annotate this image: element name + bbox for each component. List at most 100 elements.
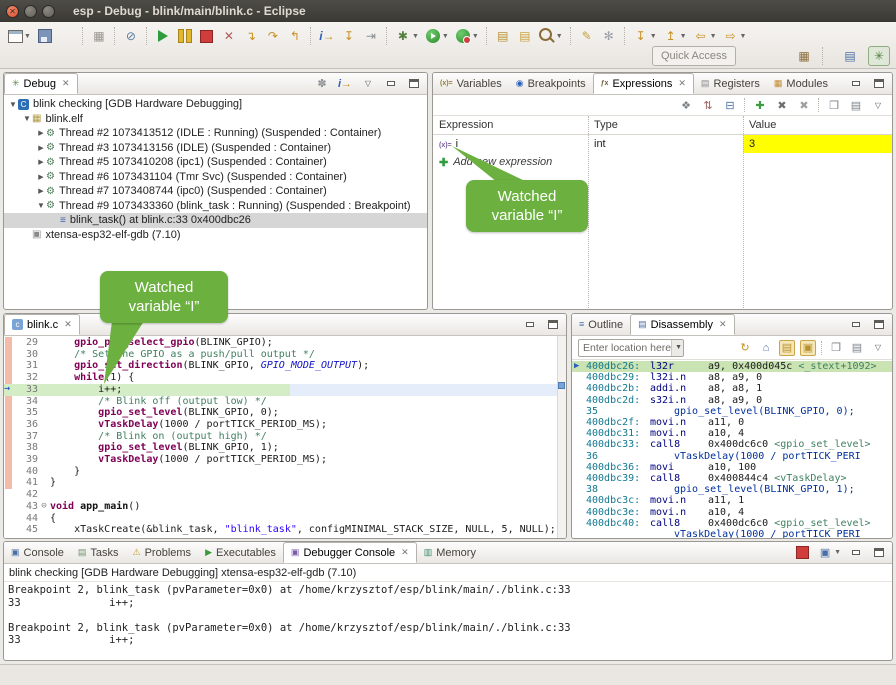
window-maximize-button[interactable]: [42, 5, 55, 18]
format-button[interactable]: ✻: [599, 27, 619, 45]
open-new-view-button[interactable]: ❒: [826, 97, 842, 113]
tab-tasks[interactable]: ▤Tasks: [71, 542, 126, 563]
column-header-value[interactable]: Value: [743, 119, 892, 131]
minimize-button[interactable]: [848, 545, 864, 561]
last-edit-location-dropdown-icon[interactable]: ▼: [650, 33, 657, 40]
instruction-stepping-button[interactable]: i→: [317, 27, 337, 45]
twisty-icon[interactable]: ▶: [36, 187, 46, 195]
back-dropdown-icon[interactable]: ▼: [710, 33, 717, 40]
icon-group[interactable]: ▣▼: [817, 545, 841, 561]
use-step-filters-button[interactable]: ⇥: [361, 27, 381, 45]
go-to-line-dropdown-icon[interactable]: ▼: [680, 33, 687, 40]
tab-problems[interactable]: ⚠Problems: [126, 542, 199, 563]
minimize-button[interactable]: [383, 76, 399, 92]
minimize-button[interactable]: [848, 76, 864, 92]
forward-button[interactable]: ⇨▼: [721, 27, 749, 45]
terminate-button[interactable]: [794, 545, 810, 561]
display-selected-console-button[interactable]: ▣: [817, 545, 833, 561]
new-wizard-dropdown-icon[interactable]: ▼: [24, 33, 31, 40]
refresh-button[interactable]: ↻: [737, 340, 753, 356]
debug-perspective-button[interactable]: ✳: [868, 46, 890, 66]
drop-to-frame-button[interactable]: ↧: [339, 27, 359, 45]
build-button[interactable]: ▦: [89, 27, 109, 45]
debug-dropdown-icon[interactable]: ▼: [412, 33, 419, 40]
home-button[interactable]: ⌂: [758, 340, 774, 356]
display-selected-console-dropdown-icon[interactable]: ▼: [834, 549, 841, 556]
track-expression-button[interactable]: ▣: [800, 340, 816, 356]
console-output[interactable]: Breakpoint 2, blink_task (pvParameter=0x…: [8, 584, 892, 647]
column-divider[interactable]: [588, 116, 589, 310]
terminate-button[interactable]: [197, 27, 217, 45]
twisty-icon[interactable]: ▶: [36, 158, 46, 166]
step-return-button[interactable]: ↰: [285, 27, 305, 45]
minimize-button[interactable]: [848, 317, 864, 333]
step-over-button[interactable]: ↷: [263, 27, 283, 45]
location-combo-dropdown[interactable]: ▼: [671, 340, 684, 356]
close-tab-icon[interactable]: ✕: [678, 78, 686, 89]
minimize-button[interactable]: [522, 317, 538, 333]
tab-outline[interactable]: ≡Outline: [572, 314, 630, 335]
go-to-line-button[interactable]: ↥▼: [661, 27, 689, 45]
remove-all-expressions-button[interactable]: ✖: [796, 97, 812, 113]
disassembly-listing[interactable]: ▶400dbc26:l32ra9, 0x400d045c <_stext+109…: [572, 360, 892, 539]
close-tab-icon[interactable]: ✕: [401, 547, 409, 558]
show-logical-structure-button[interactable]: ⇅: [700, 97, 716, 113]
mark-occurrences-button[interactable]: ✎: [577, 27, 597, 45]
pin-view-button[interactable]: ▤: [849, 340, 865, 356]
close-tab-icon[interactable]: ✕: [64, 319, 72, 330]
twisty-icon[interactable]: ▼: [36, 201, 46, 210]
tab-expressions[interactable]: ƒxExpressions✕: [593, 73, 694, 94]
instruction-stepping-toggle-button[interactable]: i→: [337, 76, 353, 92]
save-all-button[interactable]: [57, 27, 77, 45]
tab-modules[interactable]: ▦Modules: [767, 73, 835, 94]
show-source-button[interactable]: ▤: [779, 340, 795, 356]
show-type-names-button[interactable]: ❖: [678, 97, 694, 113]
column-divider[interactable]: [743, 116, 744, 310]
run-button[interactable]: ▼: [423, 27, 451, 45]
tree-item[interactable]: ≡blink_task() at blink.c:33 0x400dbc26: [4, 213, 427, 228]
window-minimize-button[interactable]: [24, 5, 37, 18]
twisty-icon[interactable]: ▶: [36, 144, 46, 152]
cpp-perspective-button[interactable]: ▤: [840, 47, 860, 65]
maximize-button[interactable]: [545, 317, 561, 333]
tab-breakpoints[interactable]: ◉Breakpoints: [509, 73, 593, 94]
code-editor[interactable]: 29 gpio_pad_select_gpio(BLINK_GPIO);30 /…: [4, 336, 566, 539]
add-expression-button[interactable]: ✚: [752, 97, 768, 113]
tab-console[interactable]: ▣Console: [4, 542, 71, 563]
column-header-expression[interactable]: Expression: [433, 119, 588, 131]
back-button[interactable]: ⇦▼: [691, 27, 719, 45]
twisty-icon[interactable]: ▼: [22, 114, 32, 123]
tab-debugger-console[interactable]: ▣Debugger Console✕: [283, 542, 417, 563]
tab-debug[interactable]: ✳Debug✕: [4, 73, 78, 94]
twisty-icon[interactable]: ▶: [36, 173, 46, 181]
overview-mark[interactable]: [558, 382, 565, 389]
tree-item[interactable]: ▼▦blink.elf: [4, 112, 427, 127]
forward-dropdown-icon[interactable]: ▼: [740, 33, 747, 40]
twisty-icon[interactable]: ▼: [8, 100, 18, 109]
external-tools-button[interactable]: ▼: [453, 27, 481, 45]
search-dropdown-icon[interactable]: ▼: [556, 33, 563, 40]
suspend-button[interactable]: [175, 27, 195, 45]
collapse-all-button[interactable]: ⊟: [722, 97, 738, 113]
view-menu-button[interactable]: ▽: [360, 76, 376, 92]
quick-access[interactable]: Quick Access: [652, 46, 736, 66]
open-element-button[interactable]: ▤: [515, 27, 535, 45]
new-project-button[interactable]: ▤: [493, 27, 513, 45]
run-dropdown-icon[interactable]: ▼: [442, 33, 449, 40]
fold-marker[interactable]: ⊖: [38, 501, 50, 513]
view-menu-button[interactable]: ▽: [870, 340, 886, 356]
tree-item[interactable]: ▶⚙Thread #2 1073413512 (IDLE : Running) …: [4, 126, 427, 141]
twisty-icon[interactable]: ▶: [36, 129, 46, 137]
pin-view-button[interactable]: ▤: [848, 97, 864, 113]
open-perspective-button[interactable]: ▦: [794, 47, 814, 65]
close-tab-icon[interactable]: ✕: [62, 78, 70, 89]
tab-executables[interactable]: ▶Executables: [198, 542, 283, 563]
maximize-button[interactable]: [871, 76, 887, 92]
tree-item[interactable]: ▶⚙Thread #5 1073410208 (ipc1) (Suspended…: [4, 155, 427, 170]
close-tab-icon[interactable]: ✕: [719, 319, 727, 330]
tree-item[interactable]: ▶⚙Thread #7 1073408744 (ipc0) (Suspended…: [4, 184, 427, 199]
tree-item[interactable]: ▼⚙Thread #9 1073433360 (blink_task : Run…: [4, 199, 427, 214]
overview-ruler[interactable]: [557, 336, 566, 539]
tree-item[interactable]: ▼Cblink checking [GDB Hardware Debugging…: [4, 97, 427, 112]
open-new-view-button[interactable]: ❒: [828, 340, 844, 356]
